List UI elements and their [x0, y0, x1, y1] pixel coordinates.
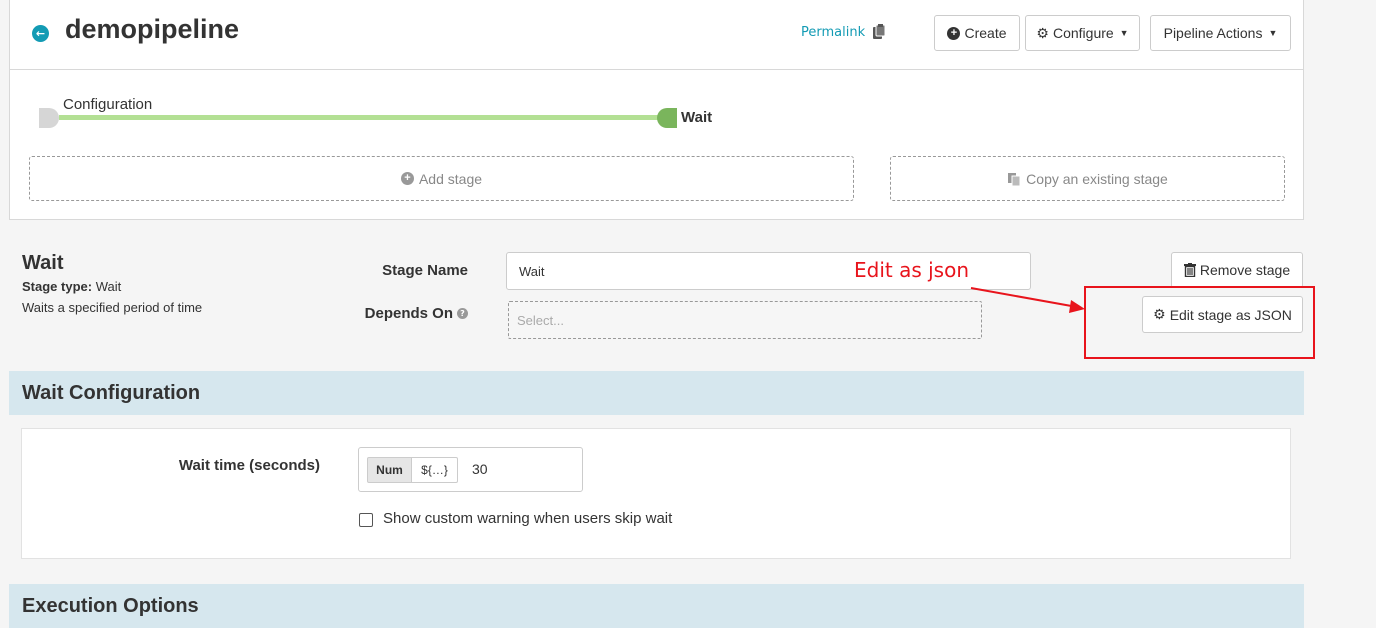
graph-node-configuration[interactable]: [39, 108, 59, 128]
skip-warning-label[interactable]: Show custom warning when users skip wait: [383, 510, 672, 527]
wait-time-label: Wait time (seconds): [178, 457, 320, 474]
permalink-link[interactable]: Permalink: [801, 25, 865, 40]
annotation-text: Edit as json: [854, 258, 970, 282]
graph-node-label[interactable]: Wait: [681, 109, 712, 126]
copy-stage-label: Copy an existing stage: [1026, 170, 1168, 187]
remove-stage-button[interactable]: Remove stage: [1171, 252, 1303, 288]
depends-on-label: Depends On: [364, 305, 453, 322]
annotation-highlight-box: [1084, 286, 1315, 359]
plus-circle-icon: +: [400, 172, 414, 185]
pipeline-graph: Configuration Wait + Add stage Copy an e…: [9, 70, 1304, 220]
stage-description: Waits a specified period of time: [22, 300, 203, 315]
gear-icon: ⚙: [1036, 24, 1049, 41]
pipeline-header: ← demopipeline Permalink + Create ⚙ Conf…: [9, 0, 1304, 70]
skip-warning-checkbox[interactable]: [359, 513, 373, 527]
stage-name-label: Stage Name: [382, 262, 468, 279]
configure-button[interactable]: ⚙ Configure ▼: [1025, 15, 1140, 51]
copy-stage-button[interactable]: Copy an existing stage: [890, 156, 1285, 201]
stage-type-value: Wait: [95, 279, 122, 294]
expression-mode-toggle[interactable]: ${…}: [411, 457, 458, 483]
pipeline-name: demopipeline: [65, 14, 240, 44]
create-button-label: Create: [964, 25, 1007, 41]
configure-button-label: Configure: [1052, 25, 1114, 41]
wait-time-input[interactable]: 30: [472, 461, 488, 477]
add-stage-button[interactable]: + Add stage: [29, 156, 854, 201]
stage-type-label: Stage type:: [22, 279, 93, 294]
stage-title: Wait: [22, 252, 64, 274]
num-mode-toggle[interactable]: Num: [367, 457, 412, 483]
graph-edge: [59, 115, 667, 120]
depends-on-placeholder: Select...: [517, 312, 564, 328]
annotation-arrow: [970, 287, 1085, 313]
add-stage-label: Add stage: [418, 170, 483, 187]
wait-configuration-header[interactable]: Wait Configuration: [9, 371, 1304, 415]
pipeline-actions-button[interactable]: Pipeline Actions ▼: [1150, 15, 1291, 51]
wait-configuration-panel: [21, 428, 1291, 559]
caret-down-icon: ▼: [1119, 28, 1129, 38]
trash-icon: [1183, 263, 1196, 277]
wait-time-input-group: Num ${…} 30: [358, 447, 583, 492]
stage-type: Stage type: Wait: [22, 279, 121, 294]
copy-icon: [1008, 172, 1021, 186]
depends-on-select[interactable]: Select...: [508, 301, 982, 339]
plus-circle-icon: +: [947, 26, 961, 40]
clipboard-icon[interactable]: [872, 24, 886, 40]
graph-node-wait[interactable]: [657, 108, 677, 128]
remove-stage-label: Remove stage: [1199, 262, 1291, 278]
help-icon[interactable]: ?: [457, 308, 468, 319]
arrow-left-circle-icon[interactable]: ←: [32, 25, 49, 42]
create-button[interactable]: + Create: [934, 15, 1020, 51]
stage-name-value: Wait: [519, 263, 545, 279]
caret-down-icon: ▼: [1268, 28, 1278, 38]
graph-node-label[interactable]: Configuration: [63, 96, 152, 113]
execution-options-header[interactable]: Execution Options: [9, 584, 1304, 628]
pipeline-actions-label: Pipeline Actions: [1163, 25, 1263, 41]
